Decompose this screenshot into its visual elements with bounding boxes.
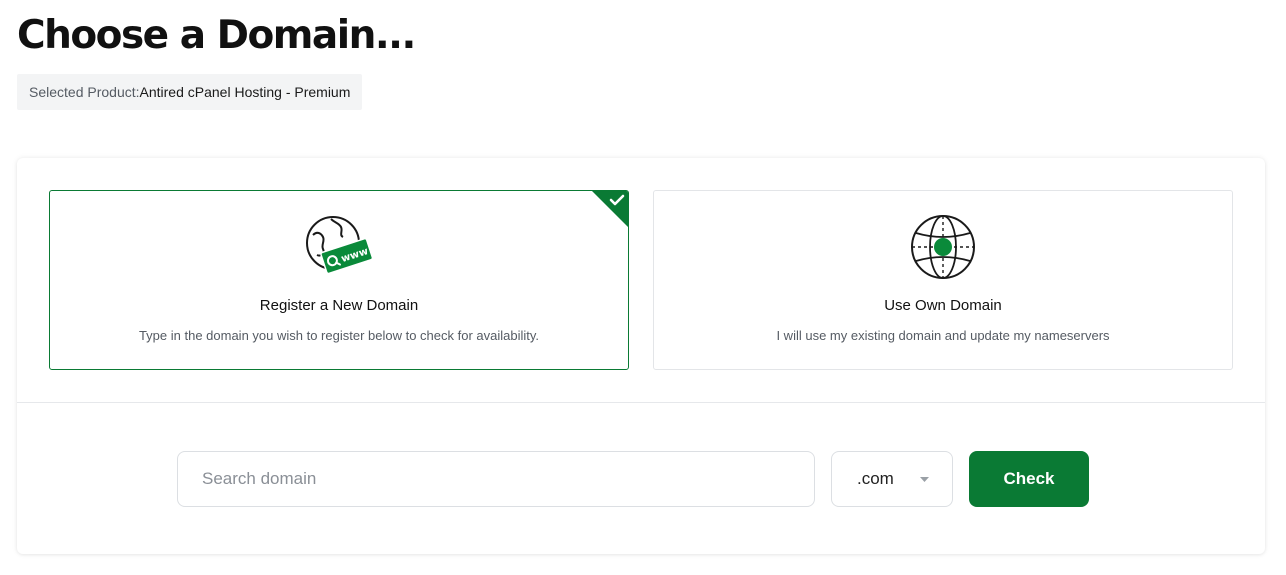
use-own-domain-description: I will use my existing domain and update… xyxy=(776,328,1110,343)
use-own-domain-option[interactable]: Use Own Domain I will use my existing do… xyxy=(653,190,1233,370)
tld-selected-value: .com xyxy=(857,469,894,488)
register-new-domain-option[interactable]: www Register a New Domain Type in the do… xyxy=(49,190,629,370)
check-button[interactable]: Check xyxy=(969,451,1089,507)
selected-product-badge: Selected Product: Antired cPanel Hosting … xyxy=(17,74,363,110)
search-domain-input[interactable] xyxy=(177,451,815,507)
caret-down-icon xyxy=(920,477,929,482)
checkmark-icon xyxy=(609,194,625,206)
register-new-domain-title: Register a New Domain xyxy=(259,297,419,314)
page-title: Choose a Domain... xyxy=(17,13,416,58)
selected-product-label: Selected Product: xyxy=(29,84,140,100)
globe-www-icon: www xyxy=(306,216,373,275)
register-new-domain-description: Type in the domain you wish to register … xyxy=(138,328,540,343)
selected-product-value: Antired cPanel Hosting - Premium xyxy=(139,84,351,100)
tld-select[interactable]: .com xyxy=(831,451,953,507)
domain-panel: www Register a New Domain Type in the do… xyxy=(17,158,1265,554)
use-own-domain-title: Use Own Domain xyxy=(884,297,1002,314)
globe-location-icon xyxy=(911,215,975,279)
panel-divider xyxy=(17,402,1265,403)
